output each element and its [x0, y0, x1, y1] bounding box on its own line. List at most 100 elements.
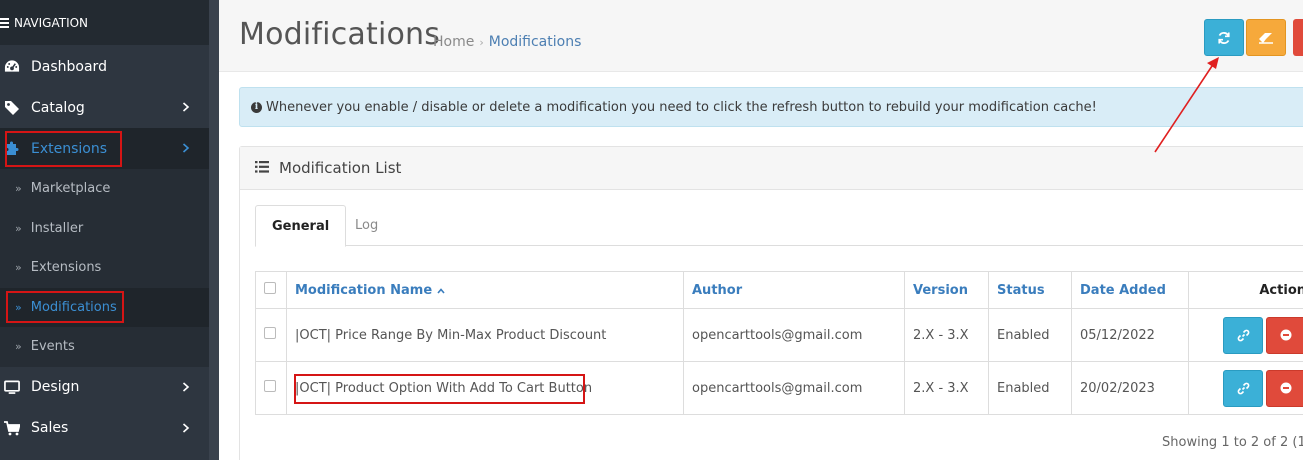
- sidebar-item-label: Design: [31, 379, 80, 395]
- chevron-right-icon: [182, 381, 190, 392]
- column-header-name-label: Modification Name: [295, 282, 433, 298]
- pagination-results: Showing 1 to 2 of 2 (1 Pages): [1162, 435, 1303, 450]
- row-checkbox[interactable]: [264, 327, 276, 339]
- column-header-version[interactable]: Version: [904, 271, 989, 309]
- row-actions: [1188, 308, 1303, 362]
- panel-heading: Modification List: [240, 147, 1303, 190]
- cart-icon: [4, 420, 20, 436]
- sidebar-item-label: Sales: [31, 420, 69, 436]
- select-all-checkbox[interactable]: [264, 282, 276, 294]
- minus-circle-icon: [1280, 329, 1292, 341]
- modification-author: opencarttools@gmail.com: [683, 361, 905, 415]
- submenu-item-label: Events: [30, 339, 75, 355]
- modification-status: Enabled: [988, 308, 1072, 362]
- submenu-item-label: Marketplace: [30, 181, 111, 197]
- modification-version: 2.X - 3.X: [904, 361, 989, 415]
- eraser-icon: [1259, 32, 1273, 44]
- modification-name: |OCT| Price Range By Min-Max Product Dis…: [286, 308, 684, 362]
- double-chevron-icon: »: [15, 261, 22, 275]
- table-row: |OCT| Product Option With Add To Cart Bu…: [255, 361, 1303, 415]
- breadcrumb: Home › Modifications: [433, 34, 581, 50]
- sidebar-menu: Dashboard Catalog Extensions » Marketpla…: [0, 46, 209, 449]
- refresh-icon: [1218, 31, 1230, 44]
- chevron-right-icon: [182, 143, 190, 153]
- table-header-row: Modification Name Author Version Status …: [255, 271, 1303, 309]
- row-select-cell: [255, 308, 287, 362]
- column-header-name[interactable]: Modification Name: [286, 271, 684, 309]
- tab-bar: General Log: [255, 205, 1303, 247]
- navigation-header-label: NAVIGATION: [14, 15, 89, 30]
- page-header: Modifications Home › Modifications: [219, 0, 1303, 72]
- link-button[interactable]: [1223, 369, 1263, 407]
- delete-button[interactable]: [1293, 19, 1303, 56]
- tag-icon: [4, 100, 20, 116]
- sidebar-item-label: Dashboard: [31, 58, 107, 75]
- minus-circle-icon: [1280, 382, 1292, 394]
- submenu-item-marketplace[interactable]: » Marketplace: [0, 169, 209, 209]
- sidebar-item-sales[interactable]: Sales: [0, 408, 209, 449]
- modification-table: Modification Name Author Version Status …: [255, 271, 1303, 415]
- chevron-right-icon: [182, 422, 190, 433]
- sidebar: NAVIGATION Dashboard Catalog Extensions …: [0, 0, 219, 460]
- sort-asc-icon: [437, 287, 445, 294]
- dashboard-icon: [4, 59, 20, 75]
- modification-version: 2.X - 3.X: [904, 308, 989, 362]
- clear-log-button[interactable]: [1246, 19, 1286, 56]
- double-chevron-icon: »: [15, 340, 22, 354]
- link-icon: [1237, 382, 1249, 394]
- link-icon: [1237, 329, 1249, 341]
- puzzle-icon: [4, 141, 20, 157]
- tab-log[interactable]: Log: [339, 205, 394, 246]
- row-select-cell: [255, 361, 287, 415]
- refresh-button[interactable]: [1204, 19, 1244, 56]
- submenu-item-modifications[interactable]: » Modifications: [0, 287, 209, 327]
- sidebar-item-dashboard[interactable]: Dashboard: [0, 46, 209, 87]
- modification-author: opencarttools@gmail.com: [683, 308, 905, 362]
- info-icon: i: [251, 101, 262, 113]
- modification-date: 20/02/2023: [1071, 361, 1189, 415]
- page-title: Modifications: [239, 17, 441, 52]
- breadcrumb-current[interactable]: Modifications: [489, 34, 582, 50]
- chevron-right-icon: [182, 102, 190, 112]
- sidebar-item-label: Extensions: [31, 140, 108, 157]
- double-chevron-icon: »: [15, 300, 22, 314]
- sidebar-item-extensions[interactable]: Extensions: [0, 128, 209, 169]
- column-header-action: Action: [1188, 271, 1303, 309]
- main-content: Modifications Home › Modifications i Whene…: [219, 0, 1303, 460]
- column-header-date-added[interactable]: Date Added: [1071, 271, 1189, 309]
- table-row: |OCT| Price Range By Min-Max Product Dis…: [255, 308, 1303, 362]
- desktop-icon: [4, 379, 20, 395]
- sidebar-item-design[interactable]: Design: [0, 367, 209, 408]
- disable-button[interactable]: [1266, 316, 1303, 354]
- submenu-item-label: Installer: [30, 220, 84, 236]
- submenu-item-events[interactable]: » Events: [0, 327, 209, 367]
- sidebar-item-catalog[interactable]: Catalog: [0, 87, 209, 128]
- breadcrumb-home[interactable]: Home: [433, 34, 474, 50]
- tab-general[interactable]: General: [255, 205, 347, 247]
- modification-list-panel: Modification List General Log Modificati…: [239, 146, 1303, 460]
- panel-title: Modification List: [279, 159, 402, 177]
- double-chevron-icon: »: [15, 182, 22, 196]
- info-alert-text: Whenever you enable / disable or delete …: [266, 99, 1097, 115]
- column-header-author[interactable]: Author: [683, 271, 905, 309]
- modification-status: Enabled: [988, 361, 1072, 415]
- info-alert: i Whenever you enable / disable or delet…: [239, 87, 1303, 127]
- link-button[interactable]: [1223, 316, 1263, 354]
- modification-name: |OCT| Product Option With Add To Cart Bu…: [286, 361, 684, 415]
- modification-date: 05/12/2022: [1071, 308, 1189, 362]
- row-checkbox[interactable]: [264, 380, 276, 392]
- submenu-item-label: Extensions: [30, 260, 102, 276]
- row-actions: [1188, 361, 1303, 415]
- hamburger-icon: [0, 16, 12, 30]
- submenu-item-extensions[interactable]: » Extensions: [0, 248, 209, 288]
- column-header-status[interactable]: Status: [988, 271, 1072, 309]
- extensions-submenu: » Marketplace » Installer » Extensions »…: [0, 169, 209, 367]
- breadcrumb-separator-icon: ›: [479, 36, 484, 49]
- list-icon: [255, 159, 269, 177]
- submenu-item-installer[interactable]: » Installer: [0, 209, 209, 249]
- select-all-cell: [255, 271, 287, 309]
- sidebar-item-label: Catalog: [31, 99, 85, 116]
- disable-button[interactable]: [1266, 369, 1303, 407]
- navigation-header[interactable]: NAVIGATION: [0, 0, 209, 45]
- submenu-item-label: Modifications: [30, 299, 117, 315]
